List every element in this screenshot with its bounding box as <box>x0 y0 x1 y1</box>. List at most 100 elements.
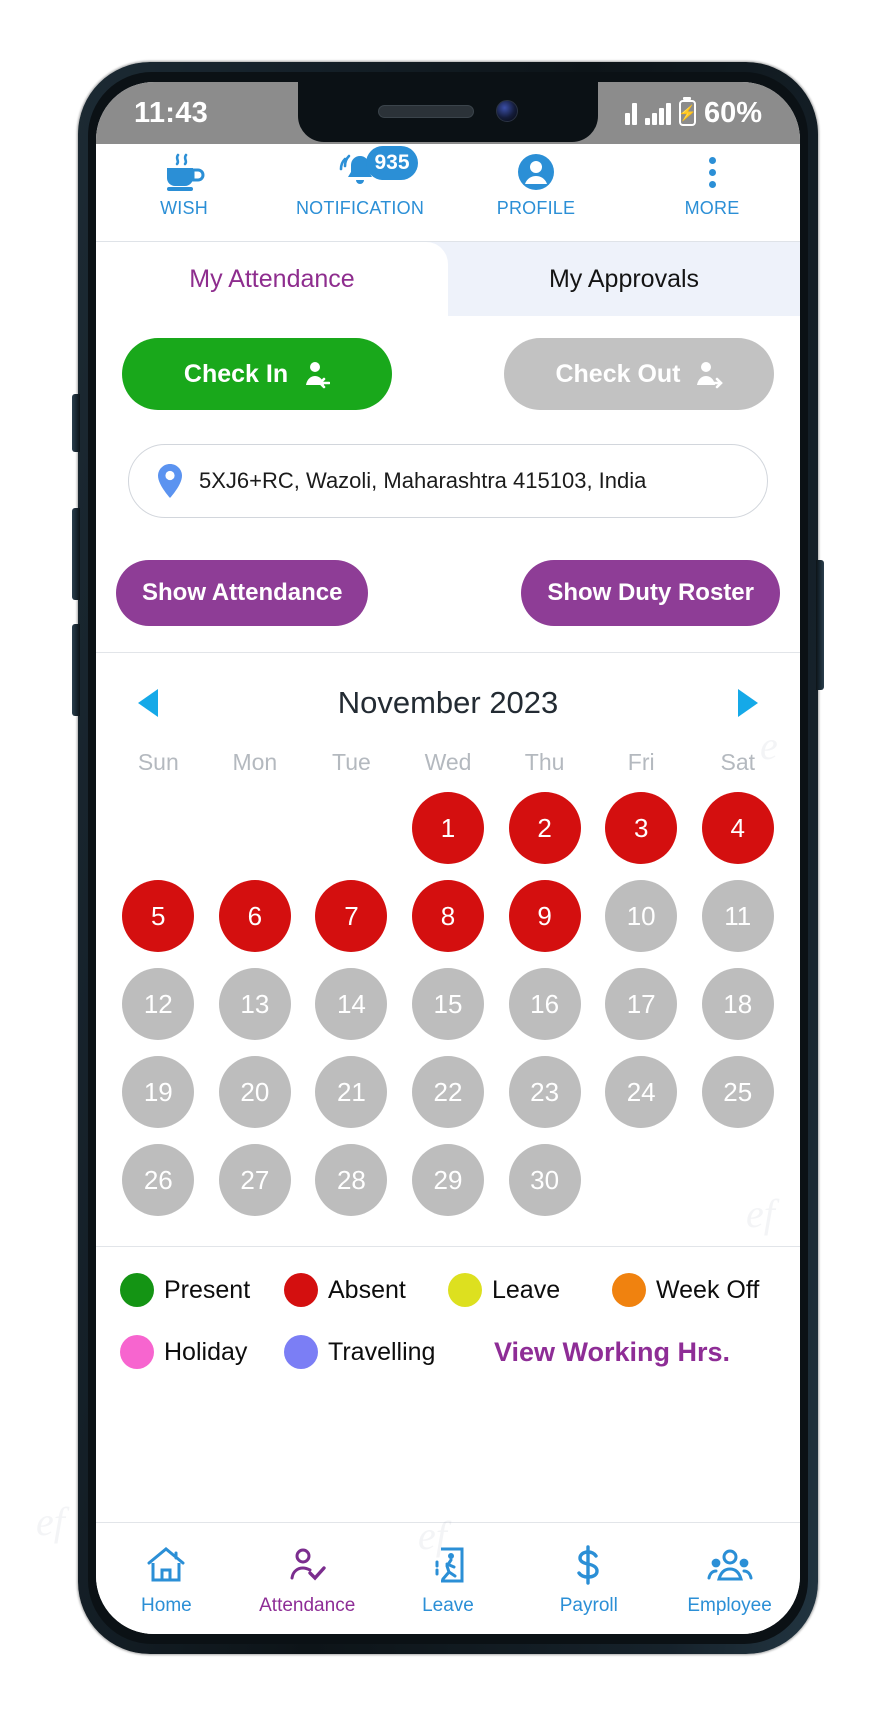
bottom-nav: Home Attendance Leave Payroll Employee <box>96 1522 800 1634</box>
show-duty-roster-button[interactable]: Show Duty Roster <box>521 560 780 626</box>
calendar-day-19[interactable]: 19 <box>122 1056 195 1128</box>
phone-volume-up-button[interactable] <box>72 508 80 600</box>
chevron-right-icon[interactable] <box>737 689 758 717</box>
calendar-day-1[interactable]: 1 <box>412 792 485 864</box>
calendar-day-15[interactable]: 15 <box>412 968 485 1040</box>
top-nav-item-wish[interactable]: WISH <box>96 148 272 219</box>
calendar-day-cell: 14 <box>303 964 400 1044</box>
calendar-day-16[interactable]: 16 <box>508 968 581 1040</box>
phone-power-button[interactable] <box>816 560 824 690</box>
calendar-day-2[interactable]: 2 <box>508 792 581 864</box>
calendar-day-cell: 1 <box>400 788 497 868</box>
calendar-month-title: November 2023 <box>337 685 559 720</box>
check-out-label: Check Out <box>555 359 681 388</box>
calendar-day-empty <box>315 792 387 864</box>
phone-side-button[interactable] <box>72 394 80 452</box>
bottom-nav-item-employee[interactable]: Employee <box>659 1541 800 1617</box>
chevron-left-icon[interactable] <box>138 689 158 717</box>
calendar-day-28[interactable]: 28 <box>315 1144 388 1216</box>
tab-bar: My Attendance My Approvals <box>96 242 800 316</box>
calendar-day-cell: 18 <box>689 964 786 1044</box>
calendar-day-26[interactable]: 26 <box>122 1144 195 1216</box>
calendar-day-8[interactable]: 8 <box>412 880 485 952</box>
calendar-day-11[interactable]: 11 <box>701 880 774 952</box>
calendar-day-4[interactable]: 4 <box>701 792 774 864</box>
top-nav-label: PROFILE <box>496 198 576 218</box>
top-nav-item-notification[interactable]: 935 NOTIFICATION <box>272 146 448 219</box>
bottom-nav-label: Payroll <box>559 1594 618 1616</box>
calendar-day-cell <box>303 788 400 868</box>
legend: Present Absent Leave Week Off Holiday Tr… <box>96 1246 800 1393</box>
calendar-day-cell: 8 <box>400 876 497 956</box>
calendar-day-cell: 6 <box>207 876 304 956</box>
status-dot-present <box>120 1273 154 1307</box>
calendar-day-30[interactable]: 30 <box>508 1144 581 1216</box>
legend-label: Holiday <box>164 1337 248 1366</box>
calendar-day-24[interactable]: 24 <box>605 1056 678 1128</box>
calendar-day-5[interactable]: 5 <box>122 880 195 952</box>
calendar-day-cell <box>593 1140 690 1220</box>
location-field[interactable]: 5XJ6+RC, Wazoli, Maharashtra 415103, Ind… <box>128 444 768 518</box>
tab-my-attendance[interactable]: My Attendance <box>96 242 448 316</box>
calendar-week-row: 12 13 14 15 16 17 18 <box>110 964 786 1044</box>
phone-volume-down-button[interactable] <box>72 624 80 716</box>
bottom-nav-label: Attendance <box>259 1594 356 1616</box>
calendar-day-18[interactable]: 18 <box>701 968 774 1040</box>
calendar-weekday-header: Sun Mon Tue Wed Thu Fri Sat <box>96 727 800 782</box>
bottom-nav-item-home[interactable]: Home <box>96 1541 237 1617</box>
top-nav-item-profile[interactable]: PROFILE <box>448 148 624 219</box>
calendar-day-23[interactable]: 23 <box>508 1056 581 1128</box>
legend-label: Present <box>164 1275 251 1304</box>
calendar-day-20[interactable]: 20 <box>218 1056 291 1128</box>
calendar-day-29[interactable]: 29 <box>412 1144 485 1216</box>
calendar-day-cell: 28 <box>303 1140 400 1220</box>
calendar-day-cell: 3 <box>593 788 690 868</box>
legend-label: Absent <box>328 1275 406 1304</box>
check-out-button[interactable]: Check Out <box>504 338 774 410</box>
bottom-nav-item-leave[interactable]: Leave <box>378 1541 519 1617</box>
calendar-day-7[interactable]: 7 <box>315 880 388 952</box>
calendar-week-row: 5 6 7 8 9 10 11 <box>110 876 786 956</box>
calendar-day-empty <box>702 1144 774 1216</box>
weekday-label: Mon <box>232 749 278 775</box>
calendar-day-3[interactable]: 3 <box>605 792 678 864</box>
check-in-button[interactable]: Check In <box>122 338 392 410</box>
calendar-day-6[interactable]: 6 <box>218 880 291 952</box>
view-working-hours-link[interactable]: View Working Hrs. <box>448 1337 776 1368</box>
calendar-day-cell: 9 <box>496 876 593 956</box>
top-nav-item-more[interactable]: MORE <box>624 148 800 219</box>
calendar-day-22[interactable]: 22 <box>412 1056 485 1128</box>
phone-screen: 11:43 ⚡ 60% WISH 935 NOTIFICATION PROFIL… <box>96 82 800 1634</box>
calendar-day-13[interactable]: 13 <box>218 968 291 1040</box>
calendar-header: November 2023 <box>96 671 800 727</box>
calendar-day-cell: 22 <box>400 1052 497 1132</box>
calendar-day-21[interactable]: 21 <box>315 1056 388 1128</box>
top-nav-label: MORE <box>684 198 740 218</box>
bottom-nav-item-attendance[interactable]: Attendance <box>237 1541 378 1617</box>
calendar-day-9[interactable]: 9 <box>508 880 581 952</box>
bottom-nav-item-payroll[interactable]: Payroll <box>518 1541 659 1617</box>
calendar-day-cell: 21 <box>303 1052 400 1132</box>
tab-my-approvals[interactable]: My Approvals <box>448 242 800 316</box>
show-attendance-button[interactable]: Show Attendance <box>116 560 369 626</box>
front-camera-icon <box>496 100 518 122</box>
main-content: Check In Check Out 5XJ6+RC, Wazoli, Maha… <box>96 316 800 1393</box>
calendar: November 2023 Sun Mon Tue Wed Thu Fri Sa… <box>96 652 800 1246</box>
calendar-day-12[interactable]: 12 <box>122 968 195 1040</box>
calendar-day-17[interactable]: 17 <box>605 968 678 1040</box>
calendar-day-14[interactable]: 14 <box>315 968 388 1040</box>
calendar-day-cell: 26 <box>110 1140 207 1220</box>
status-bar-time: 11:43 <box>134 96 209 129</box>
calendar-day-10[interactable]: 10 <box>605 880 678 952</box>
bottom-nav-label: Leave <box>422 1594 474 1616</box>
calendar-day-cell: 25 <box>689 1052 786 1132</box>
legend-item-absent: Absent <box>284 1273 448 1307</box>
calendar-day-27[interactable]: 27 <box>218 1144 291 1216</box>
coffee-cup-icon <box>161 148 207 196</box>
calendar-day-cell: 17 <box>593 964 690 1044</box>
calendar-day-25[interactable]: 25 <box>701 1056 774 1128</box>
calendar-day-empty <box>122 792 194 864</box>
legend-label: Travelling <box>328 1337 436 1366</box>
legend-label: Leave <box>492 1275 561 1304</box>
speaker-grille-icon <box>378 104 474 118</box>
